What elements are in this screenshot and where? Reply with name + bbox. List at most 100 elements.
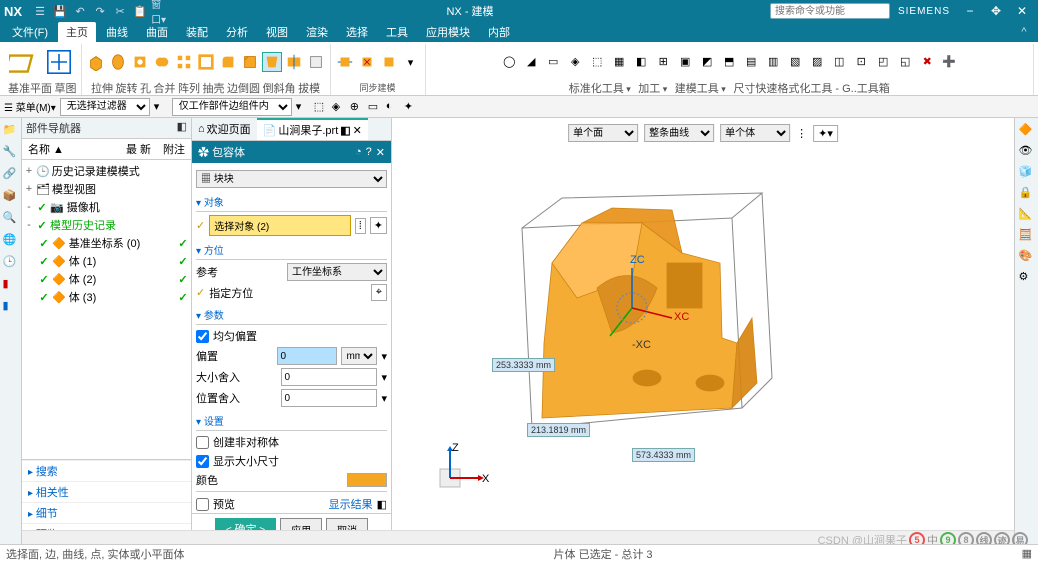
tab-application[interactable]: 应用模块 xyxy=(418,22,478,42)
roles-icon[interactable]: ▮ xyxy=(2,298,20,316)
misc-icon[interactable]: ⊡ xyxy=(851,52,871,72)
type-select[interactable]: ▦ 块块 xyxy=(196,170,387,188)
draft-icon[interactable] xyxy=(262,52,282,72)
history-icon[interactable]: 🕒 xyxy=(2,254,20,272)
rr-icon[interactable]: 📐 xyxy=(1018,206,1036,224)
result-icon[interactable]: ◧ xyxy=(377,498,387,511)
misc-icon[interactable]: ▤ xyxy=(741,52,761,72)
tab-view[interactable]: 视图 xyxy=(258,22,296,42)
tab-internal[interactable]: 内部 xyxy=(480,22,518,42)
cut-icon[interactable]: ✂ xyxy=(111,2,129,20)
dialog-help-icon[interactable]: ? xyxy=(366,146,372,159)
preview-checkbox[interactable] xyxy=(196,498,209,511)
misc-icon[interactable]: ◧ xyxy=(631,52,651,72)
misc-icon[interactable]: ◯ xyxy=(499,52,519,72)
color-swatch[interactable] xyxy=(347,473,387,487)
section-orientation[interactable]: 方位 xyxy=(196,240,387,260)
delete-face-icon[interactable] xyxy=(357,52,377,72)
rr-icon[interactable]: 🔶 xyxy=(1018,122,1036,140)
section-object[interactable]: 对象 xyxy=(196,192,387,212)
menu-button[interactable]: ☰ 菜单(M)▾ xyxy=(4,99,56,114)
dropdown-icon[interactable]: ▾ xyxy=(381,392,387,405)
tab-analysis[interactable]: 分析 xyxy=(218,22,256,42)
rr-icon[interactable]: 🎨 xyxy=(1018,248,1036,266)
resize-face-icon[interactable] xyxy=(379,52,399,72)
misc-icon[interactable]: ▣ xyxy=(675,52,695,72)
filter-select-1[interactable]: 无选择过滤器 xyxy=(60,98,150,116)
close-tab-icon[interactable]: ✕ xyxy=(353,124,362,137)
dialog-close-icon[interactable]: ✕ xyxy=(376,146,385,159)
misc-icon[interactable]: ▭ xyxy=(543,52,563,72)
misc-icon[interactable]: ⬒ xyxy=(719,52,739,72)
section-settings[interactable]: 设置 xyxy=(196,411,387,431)
dialog-pin-icon[interactable]: ◔ xyxy=(355,146,362,159)
ribbon-min-icon[interactable]: ^ xyxy=(1015,23,1033,41)
hd3d-icon[interactable]: 🔍 xyxy=(2,210,20,228)
dimension-label[interactable]: 573.4333 mm xyxy=(632,448,695,462)
rr-icon[interactable]: 🔒 xyxy=(1018,185,1036,203)
round-pos-input[interactable] xyxy=(281,389,377,407)
nav-tree[interactable]: +🕒历史记录建模模式 +🗂模型视图 -✓📷 摄像机 -✓模型历史记录 ✓🔶 基准… xyxy=(22,160,191,459)
more-feature-icon[interactable] xyxy=(306,52,326,72)
tab-curve[interactable]: 曲线 xyxy=(98,22,136,42)
nav-col-name[interactable]: 名称 ▲ xyxy=(22,139,70,159)
nav-close-icon[interactable]: ◧ xyxy=(177,120,187,136)
command-search[interactable] xyxy=(770,3,890,19)
tab-select[interactable]: 选择 xyxy=(338,22,376,42)
file-menu[interactable]: 文件(F) xyxy=(4,22,56,42)
toolbar-icon[interactable]: ✦ xyxy=(404,100,418,114)
misc-icon[interactable]: ◱ xyxy=(895,52,915,72)
rr-icon[interactable]: 👁 xyxy=(1018,143,1036,161)
vp-select-3[interactable]: 单个体 xyxy=(720,124,790,142)
window-dropdown[interactable]: 窗口▾ xyxy=(151,2,169,20)
csys-icon[interactable]: ⌖ xyxy=(371,284,387,301)
vp-select-2[interactable]: 整条曲线 xyxy=(644,124,714,142)
shell-icon[interactable] xyxy=(196,52,216,72)
menu-icon[interactable]: ☰ xyxy=(31,2,49,20)
trim-icon[interactable] xyxy=(284,52,304,72)
misc-icon[interactable]: ▨ xyxy=(807,52,827,72)
nav-section[interactable]: ▸ 细节 xyxy=(22,502,191,523)
misc-icon[interactable]: ⬚ xyxy=(587,52,607,72)
move-face-icon[interactable] xyxy=(335,52,355,72)
save-icon[interactable]: 💾 xyxy=(51,2,69,20)
viewport[interactable]: 单个面 整条曲线 单个体 ⋮ ✦▾ xyxy=(392,118,1014,544)
tab-home[interactable]: 主页 xyxy=(58,22,96,42)
filter-select-2[interactable]: 仅工作部件边组件内 xyxy=(172,98,292,116)
minimize-button[interactable]: − xyxy=(958,4,982,18)
show-size-checkbox[interactable] xyxy=(196,455,209,468)
vp-select-1[interactable]: 单个面 xyxy=(568,124,638,142)
uniform-checkbox[interactable] xyxy=(196,330,209,343)
unit-select[interactable]: mm xyxy=(341,347,377,365)
toolbar-icon[interactable]: ◐ xyxy=(386,100,400,114)
select-plus-icon[interactable]: ✦ xyxy=(370,217,387,234)
section-params[interactable]: 参数 xyxy=(196,305,387,325)
toolbar-icon[interactable]: ▭ xyxy=(368,100,382,114)
roles-icon[interactable]: ▮ xyxy=(2,276,20,294)
misc-icon[interactable]: ◢ xyxy=(521,52,541,72)
dimension-label[interactable]: 253.3333 mm xyxy=(492,358,555,372)
nav-section[interactable]: ▸ 搜索 xyxy=(22,460,191,481)
misc-icon[interactable]: ◫ xyxy=(829,52,849,72)
rr-icon[interactable]: 🧊 xyxy=(1018,164,1036,182)
extrude-icon[interactable] xyxy=(86,52,106,72)
more-sync-icon[interactable]: ▾ xyxy=(401,52,421,72)
nav-col-notes[interactable]: 附注 xyxy=(157,139,191,159)
orient-icon[interactable]: ✦▾ xyxy=(813,125,838,142)
dropdown-icon[interactable]: ▾ xyxy=(381,371,387,384)
blend-icon[interactable] xyxy=(218,52,238,72)
reuse-icon[interactable]: 📦 xyxy=(2,188,20,206)
misc-icon[interactable]: ➕ xyxy=(939,52,959,72)
tab-welcome[interactable]: ⌂欢迎页面 xyxy=(192,118,257,140)
round-size-input[interactable] xyxy=(281,368,377,386)
browser-icon[interactable]: 🌐 xyxy=(2,232,20,250)
tab-assembly[interactable]: 装配 xyxy=(178,22,216,42)
asym-checkbox[interactable] xyxy=(196,436,209,449)
misc-icon[interactable]: ◰ xyxy=(873,52,893,72)
tab-tools[interactable]: 工具 xyxy=(378,22,416,42)
select-btn[interactable]: ⁞ xyxy=(355,218,366,234)
misc-icon[interactable]: ▥ xyxy=(763,52,783,72)
rr-icon[interactable]: 🧮 xyxy=(1018,227,1036,245)
rr-icon[interactable]: ⚙ xyxy=(1018,269,1036,287)
dropdown-icon[interactable]: ▾ xyxy=(381,350,387,363)
